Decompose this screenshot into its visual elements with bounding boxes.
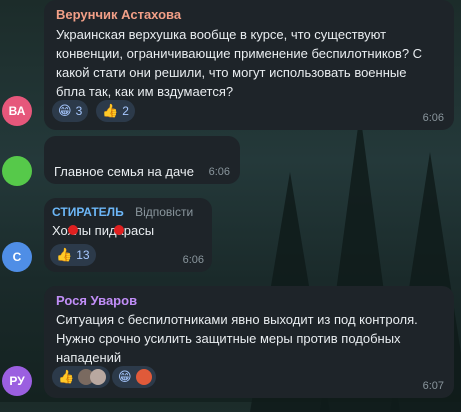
thumbs-up-icon: 👍 bbox=[58, 369, 75, 384]
grin-icon: 😁 bbox=[118, 369, 132, 384]
message-author[interactable]: СТИРАТЕЛЬ bbox=[52, 205, 124, 219]
reactor-avatar bbox=[90, 369, 107, 385]
message-text: Ситуация с беспилотниками явно выходит и… bbox=[56, 312, 418, 365]
reaction-count: 13 bbox=[76, 248, 90, 262]
reactor-avatar bbox=[135, 369, 152, 385]
message-author[interactable]: Верунчик Астахова bbox=[56, 7, 181, 22]
reaction-thumbs-up[interactable]: 👍 13 bbox=[50, 244, 96, 266]
grin-icon: 😁 bbox=[58, 103, 72, 118]
red-dot-mark bbox=[68, 225, 78, 235]
message-bubble: СТИРАТЕЛЬ Відповісти Хохлы пидарасы 👍 13… bbox=[44, 198, 212, 272]
message-bubble: Рося Уваров Ситуация с беспилотниками яв… bbox=[44, 286, 454, 398]
message-bubble: Главное семья на даче 6:06 bbox=[44, 136, 240, 184]
message-bubble: Верунчик Астахова Украинская верхушка во… bbox=[44, 0, 454, 130]
reaction-grin[interactable]: 😁 3 bbox=[52, 100, 89, 122]
message-text: Главное семья на даче bbox=[54, 164, 194, 179]
reaction-grin-users[interactable]: 😁 bbox=[112, 366, 156, 388]
reply-link[interactable]: Відповісти bbox=[135, 205, 193, 219]
reaction-count: 2 bbox=[122, 104, 129, 118]
red-dot-mark bbox=[114, 225, 124, 235]
message-time: 6:06 bbox=[182, 254, 204, 266]
thumbs-up-icon: 👍 bbox=[56, 247, 73, 262]
reaction-count: 3 bbox=[75, 104, 83, 118]
thumbs-up-icon: 👍 bbox=[102, 103, 119, 118]
reaction-thumbs-up-users[interactable]: 👍 bbox=[52, 366, 111, 388]
message-author[interactable]: Рося Уваров bbox=[56, 293, 137, 308]
message-time: 6:06 bbox=[422, 112, 444, 124]
message-header: СТИРАТЕЛЬ Відповісти bbox=[52, 205, 193, 219]
message-time: 6:06 bbox=[208, 166, 230, 178]
avatar[interactable] bbox=[2, 156, 32, 186]
reaction-thumbs-up[interactable]: 👍 2 bbox=[96, 100, 135, 122]
avatar[interactable]: ВА bbox=[2, 96, 32, 126]
message-text: Украинская верхушка вообще в курсе, что … bbox=[56, 27, 423, 99]
message-time: 6:07 bbox=[422, 380, 444, 392]
avatar[interactable]: С bbox=[2, 242, 32, 272]
avatar[interactable]: РУ bbox=[2, 366, 32, 396]
